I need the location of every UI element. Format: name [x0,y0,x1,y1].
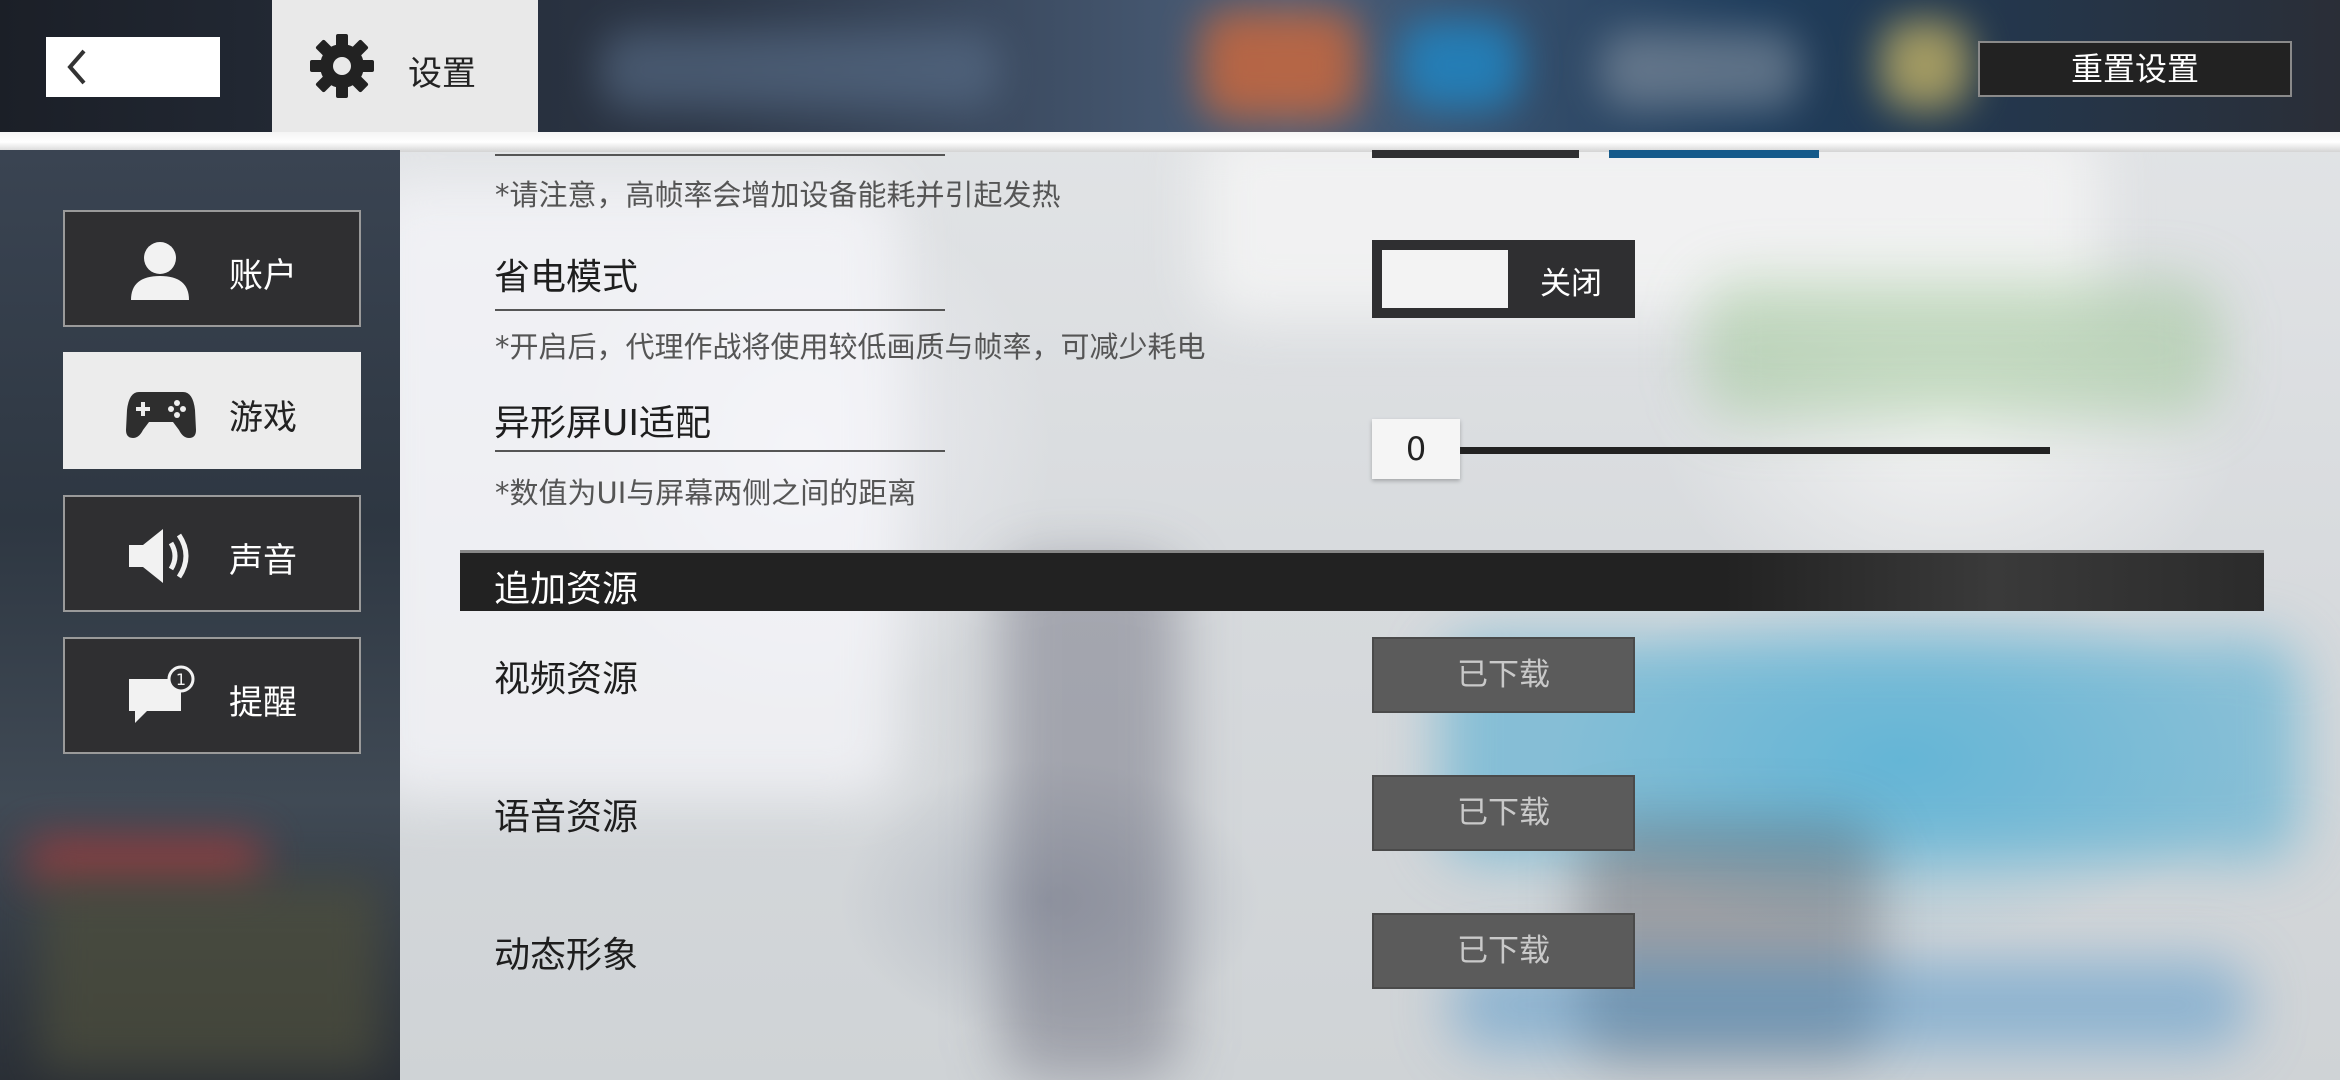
notch-adapt-note: *数值为UI与屏幕两侧之间的距离 [495,476,917,510]
speaker-icon [129,529,189,583]
page-title: 设置 [408,54,476,94]
sidebar-item-game[interactable]: 游戏 [63,352,361,469]
dynamic-avatar-download-button[interactable]: 已下载 [1372,913,1635,989]
label-underline [495,309,945,311]
sidebar-item-reminder[interactable]: 1 提醒 [63,637,361,754]
sidebar-item-label: 游戏 [229,398,297,438]
notch-adapt-label: 异形屏UI适配 [494,403,711,444]
gear-icon [310,34,374,98]
sidebar: 账户 游戏 声音 1 提醒 [0,150,400,1080]
reset-settings-button[interactable]: 重置设置 [1978,41,2292,97]
header-divider [0,132,2340,152]
sidebar-item-account[interactable]: 账户 [63,210,361,327]
sidebar-item-label: 提醒 [229,683,297,723]
notch-adapt-slider[interactable] [1460,447,2050,454]
notch-adapt-value[interactable]: 0 [1372,419,1460,479]
dynamic-avatar-label: 动态形象 [494,935,639,976]
frame-rate-note: *请注意，高帧率会增加设备能耗并引起发热 [495,178,1061,212]
chevron-left-icon [67,49,86,85]
back-button[interactable] [46,37,220,97]
settings-title-tab: 设置 [272,0,538,132]
toggle-state: 关闭 [1540,266,1602,302]
svg-text:1: 1 [176,670,186,689]
power-saving-note: *开启后，代理作战将使用较低画质与帧率，可减少耗电 [495,330,1206,364]
frame-rate-option-selected[interactable] [1609,150,1819,158]
label-underline [495,154,945,156]
sidebar-item-label: 账户 [229,256,297,296]
video-resource-download-button[interactable]: 已下载 [1372,637,1635,713]
section-header: 追加资源 [460,550,2264,611]
power-saving-label: 省电模式 [494,257,639,298]
top-bar: 设置 重置设置 [0,0,2340,132]
sidebar-item-label: 声音 [229,541,297,581]
settings-panel: *请注意，高帧率会增加设备能耗并引起发热 省电模式 关闭 *开启后，代理作战将使… [400,150,2340,1080]
sidebar-item-sound[interactable]: 声音 [63,495,361,612]
voice-resource-label: 语音资源 [494,797,639,838]
notification-icon: 1 [129,665,195,723]
video-resource-label: 视频资源 [494,659,639,700]
frame-rate-option[interactable] [1372,150,1579,158]
section-title: 追加资源 [494,569,639,610]
gamepad-icon [126,392,196,438]
user-icon [131,242,189,300]
toggle-knob [1382,250,1508,308]
power-saving-toggle[interactable]: 关闭 [1372,240,1635,318]
voice-resource-download-button[interactable]: 已下载 [1372,775,1635,851]
label-underline [495,450,945,452]
